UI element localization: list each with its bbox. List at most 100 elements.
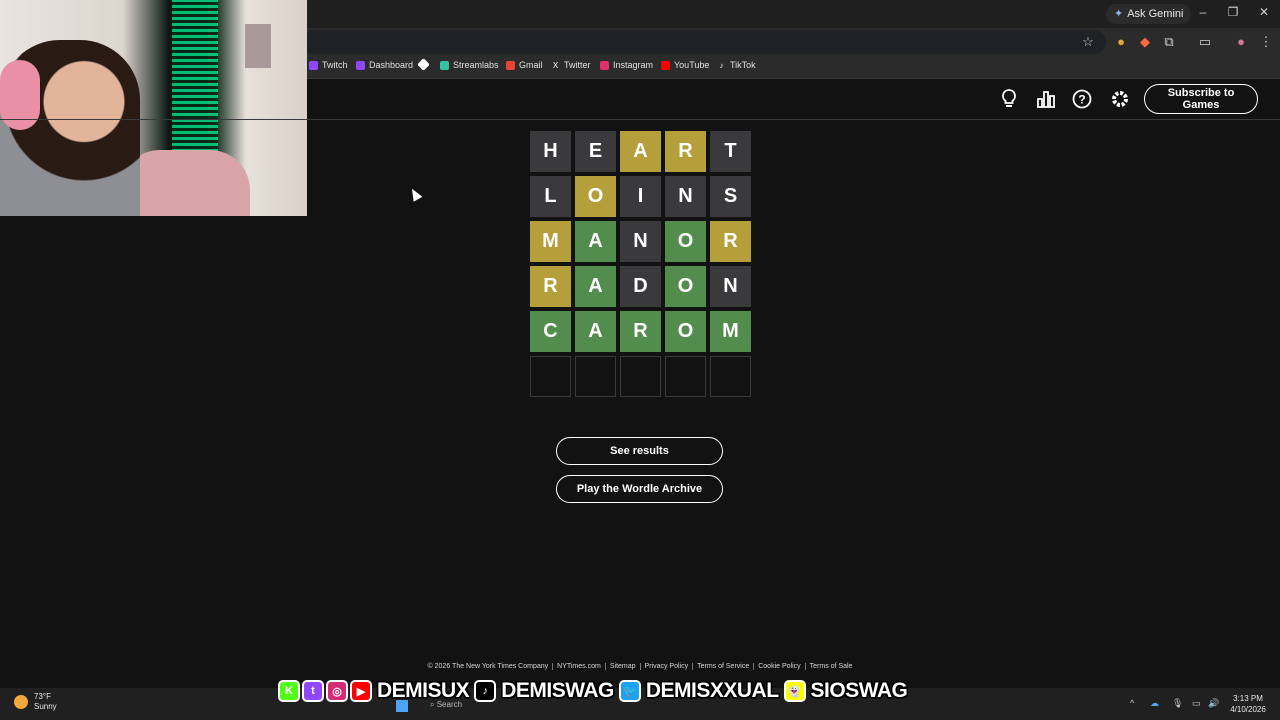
bookmark-tiktok[interactable]: ♪ TikTok (717, 60, 756, 70)
bookmark-label: YouTube (674, 60, 710, 70)
bookmark-star-icon[interactable]: ☆ (1079, 34, 1097, 50)
social-logo-icon: ◎ (326, 680, 348, 702)
network-icon[interactable]: ▭ (1192, 698, 1201, 709)
bookmark-label: Twitter (564, 60, 591, 70)
x-icon: X (552, 60, 559, 70)
extension-icon[interactable]: ● (1112, 34, 1130, 49)
help-icon[interactable]: ? (1071, 88, 1093, 110)
tiktok-icon: ♪ (719, 60, 724, 70)
tile-r1-c1: H (530, 131, 571, 172)
microphone-icon[interactable]: 🎙 (1172, 698, 1183, 709)
tray-chevron-icon[interactable]: ^ (1130, 698, 1134, 708)
extensions-puzzle-icon[interactable]: ⧉ (1160, 34, 1178, 50)
weather-condition: Sunny (34, 702, 57, 711)
footer-link[interactable]: NYTimes.com (552, 663, 605, 670)
sun-icon (14, 695, 28, 709)
tile-r3-c4: O (665, 221, 706, 262)
stats-icon[interactable] (1035, 88, 1057, 110)
ask-gemini-label: Ask Gemini (1127, 8, 1184, 20)
bookmark-gmail[interactable]: Gmail (506, 60, 543, 70)
tray-cloud-icon[interactable]: ☁ (1150, 698, 1159, 709)
bookmark-label: Gmail (519, 60, 543, 70)
tile-r6-c4 (665, 356, 706, 397)
tile-r3-c1: M (530, 221, 571, 262)
tile-r3-c2: A (575, 221, 616, 262)
youtube-icon (661, 60, 670, 70)
ask-gemini-button[interactable]: ✦ Ask Gemini (1106, 4, 1192, 24)
tile-r4-c2: A (575, 266, 616, 307)
menu-kebab-icon[interactable]: ⋮ (1257, 34, 1275, 50)
extension-icon[interactable]: ◆ (1136, 34, 1154, 50)
footer-link[interactable]: Terms of Service (692, 663, 753, 670)
social-logo-icon: 👻 (783, 680, 806, 702)
tile-r1-c4: R (665, 131, 706, 172)
tile-r5-c1: C (530, 311, 571, 352)
wall-photo (245, 24, 271, 68)
tile-r2-c5: S (710, 176, 751, 217)
settings-icon[interactable] (1109, 88, 1131, 110)
tile-r3-c3: N (620, 221, 661, 262)
weather-widget[interactable]: 73°F Sunny (14, 692, 57, 712)
footer-link[interactable]: Terms of Sale (804, 663, 857, 670)
tile-r5-c3: R (620, 311, 661, 352)
bookmark-label: Twitch (322, 60, 348, 70)
cast-icon[interactable]: ▭ (1196, 34, 1214, 50)
instagram-icon (600, 60, 609, 70)
tile-r1-c5: T (710, 131, 751, 172)
tile-r4-c5: N (710, 266, 751, 307)
bookmark-label: Dashboard (369, 60, 414, 70)
address-bar[interactable] (300, 30, 1106, 54)
social-logo-icon: ♪ (474, 680, 497, 702)
bookmark-label: TikTok (730, 60, 756, 70)
hint-icon[interactable] (998, 88, 1020, 110)
tile-r2-c3: I (620, 176, 661, 217)
footer-copyright: © 2026 The New York Times Company (427, 663, 549, 670)
twitch-icon (309, 60, 318, 70)
tile-r5-c2: A (575, 311, 616, 352)
tile-r2-c2: O (575, 176, 616, 217)
bookmark-label: Streamlabs (453, 60, 499, 70)
tile-r6-c2 (575, 356, 616, 397)
tile-r2-c1: L (530, 176, 571, 217)
volume-icon[interactable]: 🔊 (1208, 698, 1219, 709)
close-icon[interactable]: ✕ (1255, 5, 1273, 19)
diamond-icon (417, 58, 430, 71)
restore-icon[interactable]: ❐ (1224, 5, 1242, 19)
profile-avatar[interactable]: ● (1232, 34, 1250, 49)
bookmark-youtube[interactable]: YouTube (661, 60, 709, 70)
gemini-spark-icon: ✦ (1114, 8, 1124, 20)
social-handle: DEMISUX (377, 679, 470, 702)
mouse-cursor (407, 186, 423, 202)
subscribe-button[interactable]: Subscribe to Games (1144, 84, 1258, 114)
wordle-archive-button[interactable]: Play the Wordle Archive (556, 475, 723, 503)
social-handle: SIOSWAG (810, 679, 908, 702)
see-results-button[interactable]: See results (556, 437, 723, 465)
bookmark-streamlabs[interactable]: Streamlabs (440, 60, 499, 70)
svg-text:?: ? (1078, 93, 1085, 107)
social-handle: DEMISXXUAL (645, 679, 779, 702)
tile-r4-c3: D (620, 266, 661, 307)
tile-r2-c4: N (665, 176, 706, 217)
footer-link[interactable]: Sitemap (604, 663, 640, 670)
tile-r5-c4: O (665, 311, 706, 352)
footer-link[interactable]: Cookie Policy (753, 663, 804, 670)
social-logo-icon: ▶ (350, 680, 372, 702)
bookmark-twitter[interactable]: X Twitter (551, 60, 591, 70)
footer-link[interactable]: Privacy Policy (639, 663, 693, 670)
clock-time: 3:13 PM (1233, 694, 1263, 703)
minimize-icon[interactable]: – (1194, 5, 1212, 19)
tile-r1-c2: E (575, 131, 616, 172)
bookmark-unnamed[interactable] (417, 58, 430, 71)
clock-date: 4/10/2026 (1230, 705, 1266, 714)
game-board: HEARTLOINSMANORRADONCAROM (530, 131, 751, 397)
tile-r3-c5: R (710, 221, 751, 262)
gmail-icon (506, 60, 515, 70)
bookmark-instagram[interactable]: Instagram (600, 60, 653, 70)
twitch-icon (356, 60, 365, 70)
social-logo-icon: t (302, 680, 324, 702)
social-handle: DEMISWAG (501, 679, 614, 702)
bookmark-twitch[interactable]: Twitch (309, 60, 348, 70)
social-logo-icon: K (278, 680, 300, 702)
taskbar-clock[interactable]: 3:13 PM 4/10/2026 (1224, 693, 1272, 715)
bookmark-dashboard[interactable]: Dashboard (356, 60, 413, 70)
